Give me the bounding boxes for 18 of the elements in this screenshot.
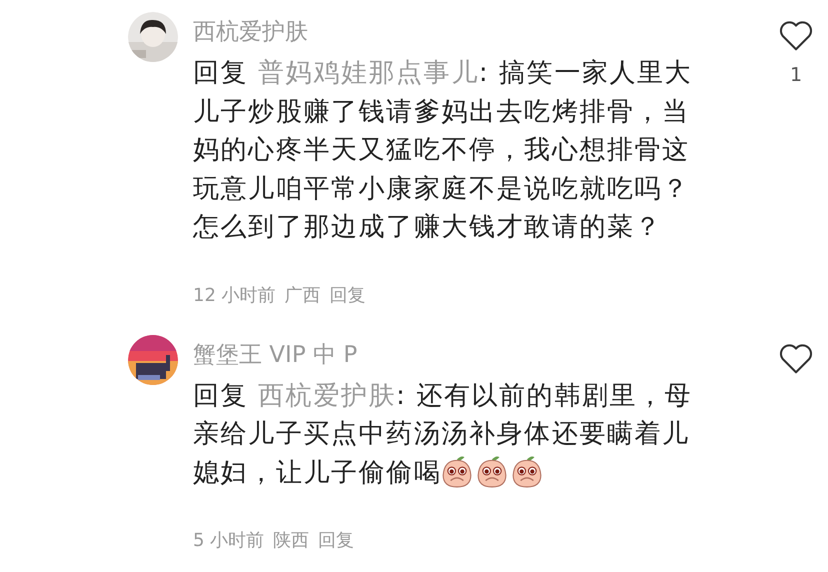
reply-link[interactable]: 回复 [330,282,366,306]
user-name[interactable]: 西杭爱护肤 [193,14,713,50]
comment-text: 回复 普妈鸡娃那点事儿: 搞笑一家人里大儿子炒股赚了钱请爹妈出去吃烤排骨，当妈的心疼半天又猛吃不停，我心想排骨这玩意儿咱平常小康家庭不是说吃就吃吗？怎么到了那边成了赚大钱才敢请的菜？ [193,57,694,244]
timestamp: 5 小时前 [193,529,264,552]
user-link[interactable]: 西杭爱护肤 [258,380,396,410]
timestamp: 12 小时前 [193,284,276,306]
heart-icon[interactable] [779,342,813,374]
user-name[interactable]: 蟹堡王 VIP 中 P [193,336,713,372]
like-count: 1 [790,64,802,86]
peach-face-icon [441,454,474,488]
location: 广西 [284,284,321,306]
reply-link[interactable]: 回复 [318,528,354,552]
user-link[interactable]: 普妈鸡娃那点事儿 [258,58,479,88]
peach-face-icon [476,454,508,488]
location: 陕西 [273,529,310,552]
peach-face-icon [511,454,544,488]
heart-icon[interactable] [779,20,813,52]
comment-text: 回复 西杭爱护肤: 还有以前的韩剧里，母亲给儿子买点中药汤汤补身体还要瞒着儿媳妇，让儿子偷偷喝 [193,380,694,490]
